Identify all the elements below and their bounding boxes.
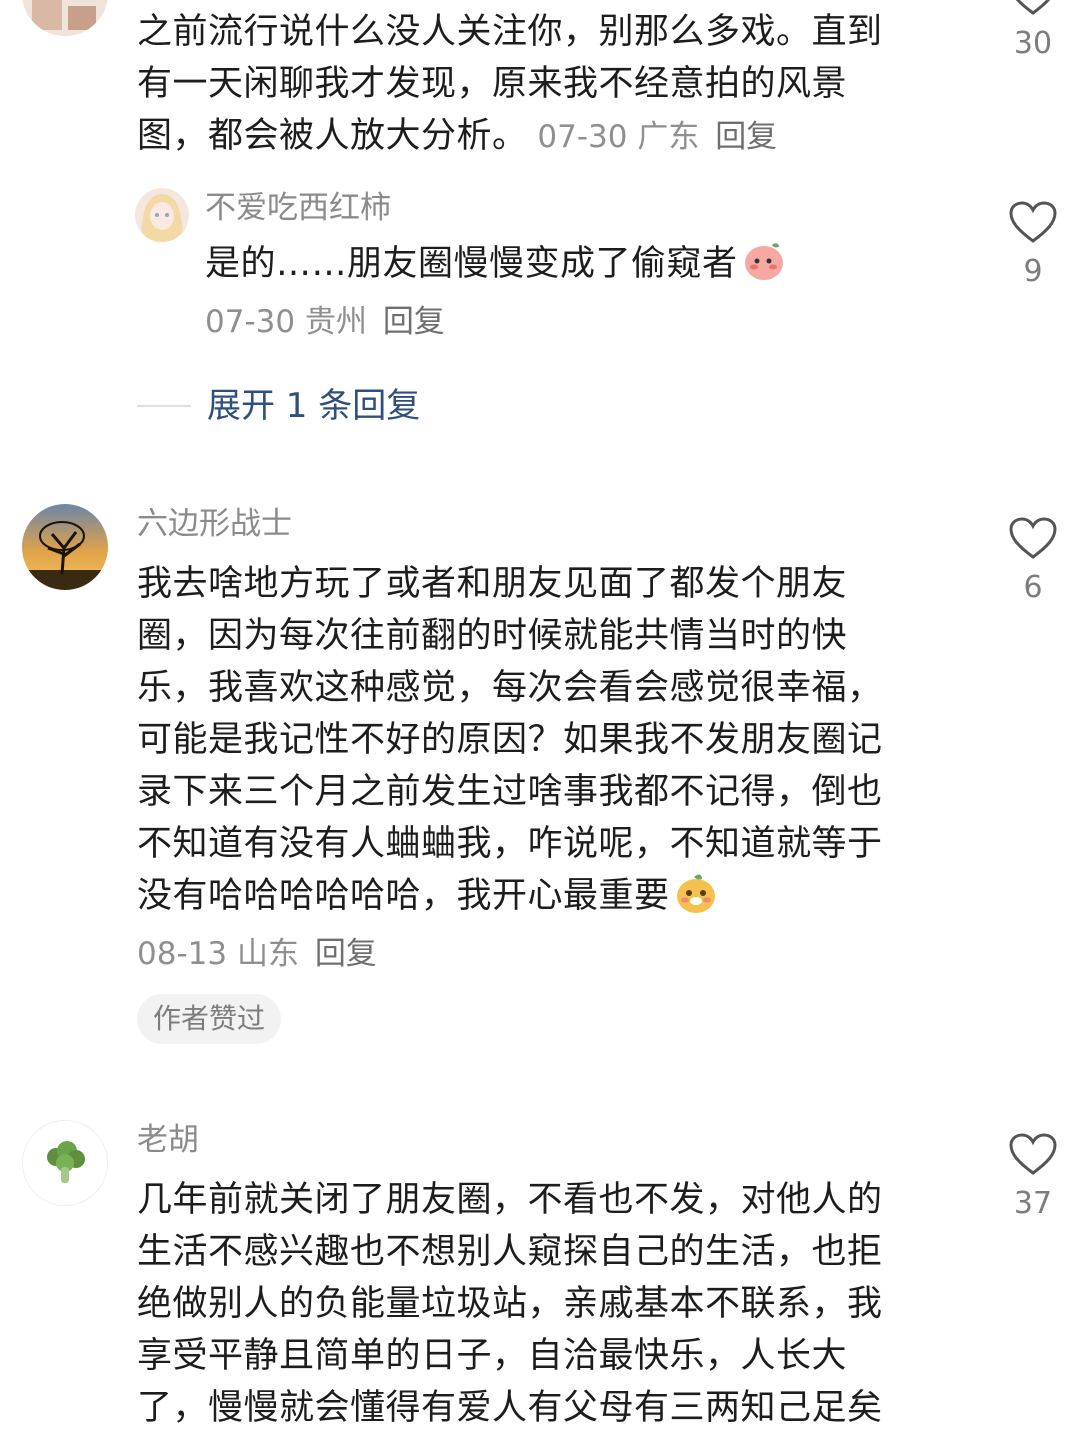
comment-date: 07-30 — [537, 119, 628, 155]
expand-replies-button[interactable]: 展开 1 条回复 — [137, 384, 420, 428]
comment-location: 山东 — [236, 936, 299, 972]
blush-emoji-icon — [742, 239, 786, 298]
commenter-name[interactable]: 六边形战士 — [137, 504, 292, 544]
commenter-name[interactable]: 老胡 — [137, 1120, 199, 1160]
like-button[interactable]: 37 — [993, 1132, 1073, 1224]
comment-text: 之前流行说什么没人关注你，别那么多戏。直到 有一天闲聊我才发现，原来我不经意拍的… — [137, 12, 883, 156]
author-liked-badge: 作者赞过 — [137, 994, 282, 1044]
cute-emoji-icon — [674, 871, 718, 930]
heart-icon — [1009, 1133, 1057, 1175]
divider — [137, 405, 191, 407]
comment-text: 几年前就关闭了朋友圈，不看也不发，对他人的 生活不感兴趣也不想别人窥探自己的生活… — [137, 1180, 883, 1428]
reply-button[interactable]: 回复 — [383, 304, 445, 340]
like-count: 6 — [1023, 570, 1043, 605]
comment-location: 广东 — [637, 119, 700, 155]
like-count: 9 — [1023, 254, 1043, 289]
reply-date: 07-30 — [205, 304, 296, 340]
reply-button[interactable]: 回复 — [715, 119, 777, 155]
like-count: 37 — [1013, 1186, 1053, 1221]
commenter-name[interactable]: 不爱吃西红柿 — [205, 188, 391, 228]
like-button[interactable]: 30 — [993, 0, 1073, 64]
expand-replies-label: 展开 1 条回复 — [207, 386, 421, 426]
avatar[interactable] — [22, 0, 108, 36]
like-count: 30 — [1013, 26, 1053, 61]
avatar[interactable] — [22, 504, 108, 590]
reply-button[interactable]: 回复 — [315, 936, 377, 972]
like-button[interactable]: 6 — [993, 516, 1073, 608]
heart-icon — [1015, 0, 1051, 15]
avatar[interactable] — [135, 188, 189, 242]
reply-text: 是的……朋友圈慢慢变成了偷窥者 — [205, 238, 786, 298]
comment-text: 我去啥地方玩了或者和朋友见面了都发个朋友 圈，因为每次往前翻的时候就能共情当时的… — [137, 558, 883, 930]
avatar[interactable] — [22, 1120, 108, 1206]
comment-date: 08-13 — [137, 936, 228, 972]
heart-icon — [1009, 517, 1057, 559]
reply-location: 贵州 — [304, 304, 367, 340]
like-button[interactable]: 9 — [993, 200, 1073, 292]
comment-meta: 08-13 山东 回复 — [137, 934, 377, 974]
reply-meta: 07-30 贵州 回复 — [205, 302, 445, 342]
heart-icon — [1009, 201, 1057, 243]
